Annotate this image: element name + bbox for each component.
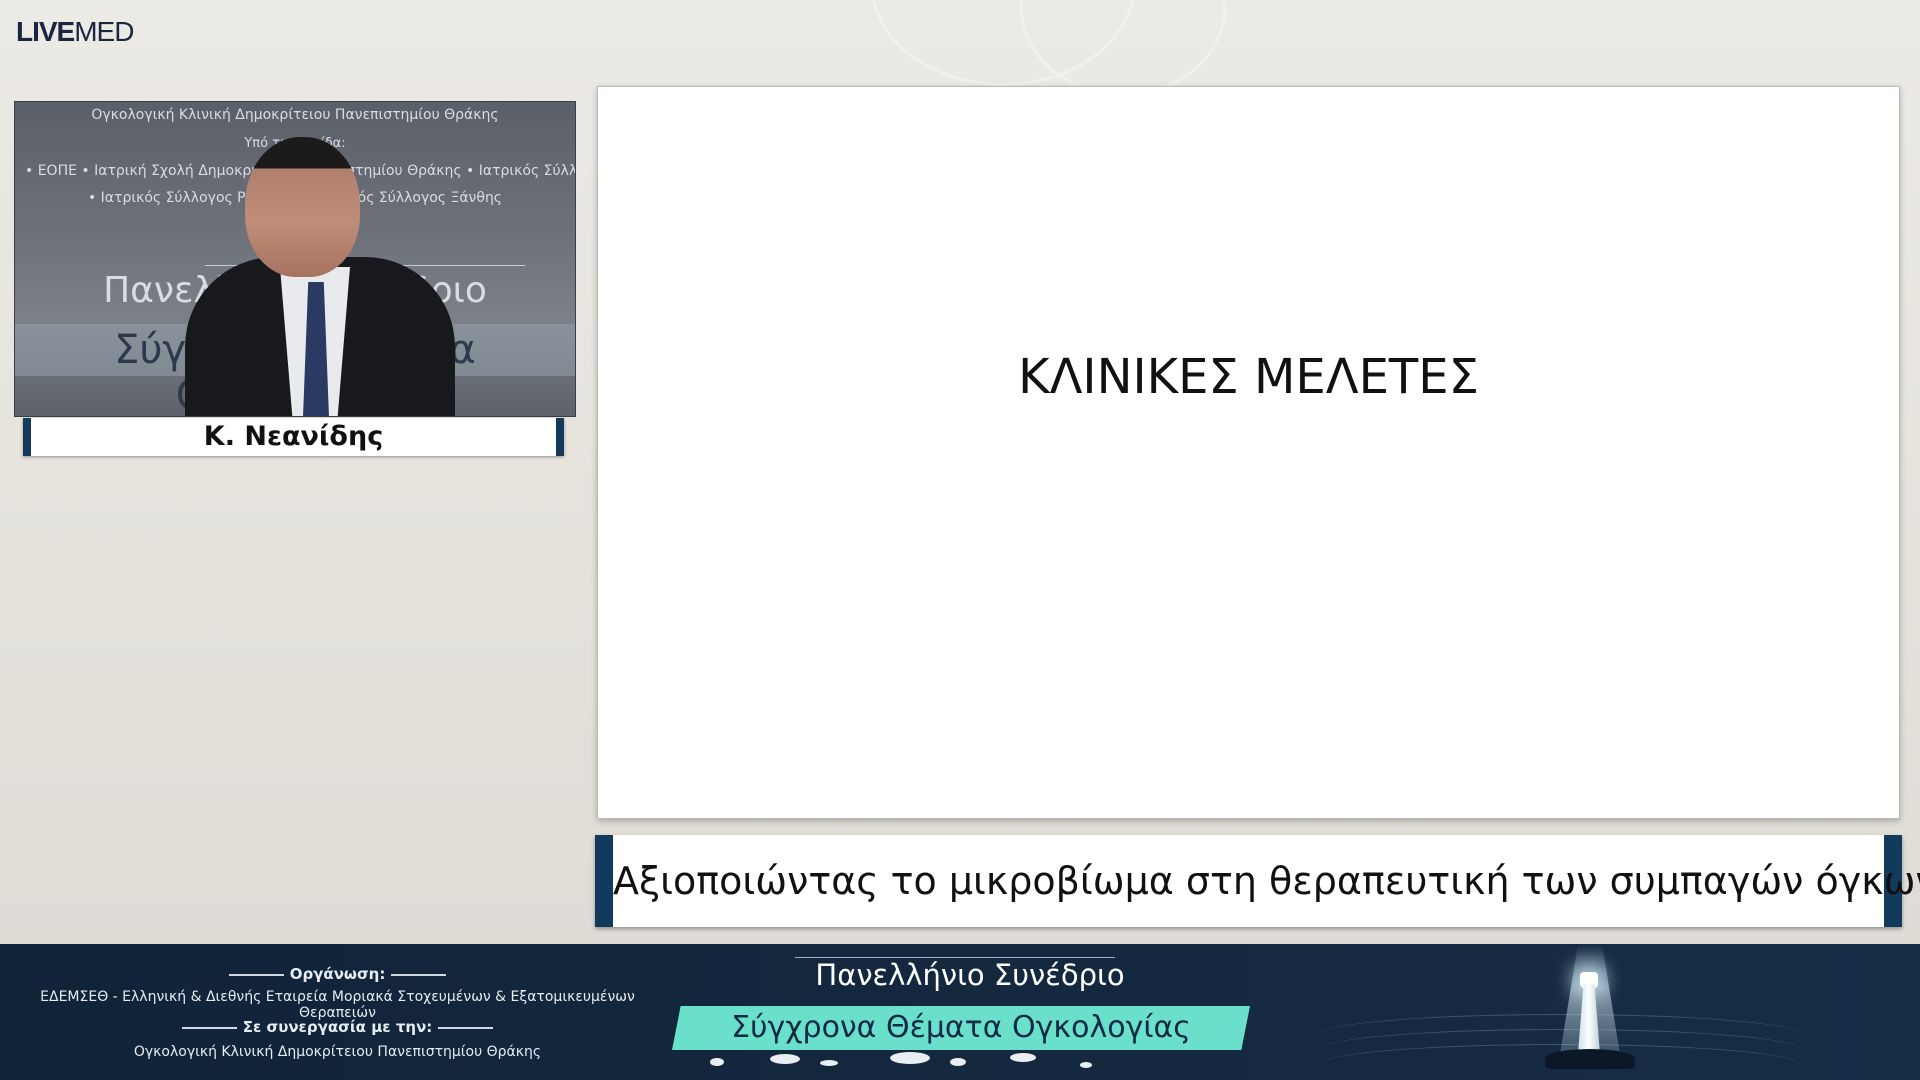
decorative-dash [438, 1026, 494, 1029]
decorative-dash [391, 973, 447, 976]
livemed-logo: LIVEMED [16, 16, 134, 48]
conference-footer: Οργάνωση: ΕΔΕΜΣΕΘ - Ελληνική & Διεθνής Ε… [0, 944, 1920, 1080]
collaboration-label: Σε συνεργασία με την: [15, 1018, 660, 1036]
organization-label: Οργάνωση: [15, 965, 660, 983]
collaboration-text: Ογκολογική Κλινική Δημοκρίτειου Πανεπιστ… [133, 1044, 542, 1060]
speaker-video: Ογκολογική Κλινική Δημοκρίτειου Πανεπιστ… [14, 101, 576, 417]
speaker-name-plate: Κ. Νεανίδης [23, 418, 564, 456]
logo-live-text: LIVE [16, 16, 75, 47]
logo-med-text: MED [74, 16, 134, 47]
organization-text: ΕΔΕΜΣΕΘ - Ελληνική & Διεθνής Εταιρεία Μο… [40, 989, 635, 1021]
video-backdrop-line-1: Ογκολογική Κλινική Δημοκρίτειου Πανεπιστ… [91, 107, 499, 123]
speaker-head [245, 137, 360, 277]
decorative-splash [690, 1050, 1130, 1078]
organization-label-text: Οργάνωση: [289, 965, 386, 983]
conference-title-line-2: Σύγχρονα Θέματα Ογκολογίας [731, 1010, 1191, 1045]
decorative-dash [181, 1026, 237, 1029]
collaboration-label-text: Σε συνεργασία με την: [242, 1018, 433, 1036]
lighthouse-icon [1300, 944, 1820, 1080]
decorative-dash [228, 973, 284, 976]
lecture-title-bar: Αξιοποιώντας το μικροβίωμα στη θεραπευτι… [595, 835, 1920, 927]
conference-title-line-1: Πανελλήνιο Συνέδριο [815, 958, 1125, 992]
presentation-slide: ΚΛΙΝΙΚΕΣ ΜΕΛΕΤΕΣ [597, 86, 1900, 819]
background-decoration [720, 0, 1420, 90]
slide-title: ΚΛΙΝΙΚΕΣ ΜΕΛΕΤΕΣ [1018, 349, 1479, 405]
speaker-figure [185, 137, 455, 416]
